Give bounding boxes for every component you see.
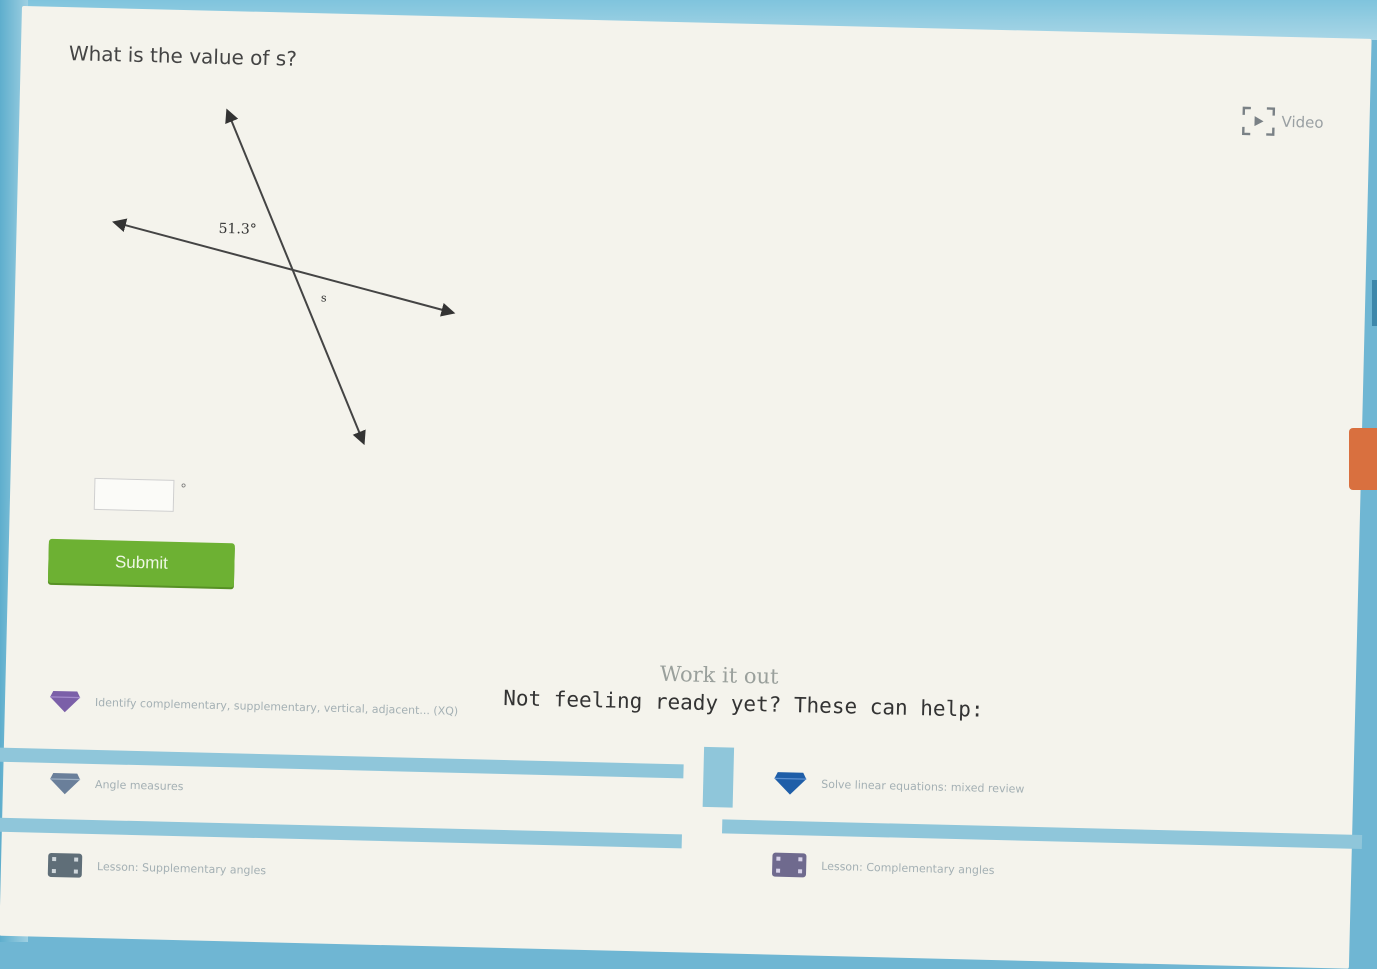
side-tab[interactable] <box>1372 280 1377 326</box>
film-icon <box>47 852 84 879</box>
angle-diagram: 51.3° s <box>101 104 469 457</box>
help-link-supplementary-angles[interactable]: Lesson: Supplementary angles <box>46 843 647 902</box>
film-icon <box>771 852 808 879</box>
gem-icon <box>49 771 82 796</box>
question-panel: What is the value of s? Video 51.3° s ° … <box>0 6 1372 969</box>
help-link-complementary-angles[interactable]: Lesson: Complementary angles <box>771 843 1332 901</box>
degree-symbol: ° <box>180 482 187 498</box>
variable-s-label: s <box>321 291 327 304</box>
help-link-label: Lesson: Complementary angles <box>821 859 995 877</box>
side-notification-tab[interactable] <box>1349 428 1377 490</box>
video-label: Video <box>1281 112 1324 132</box>
help-link-label: Solve linear equations: mixed review <box>821 777 1025 796</box>
card-divider <box>702 746 735 808</box>
help-link-label: Angle measures <box>94 777 184 793</box>
video-button[interactable]: Video <box>1241 106 1324 138</box>
help-link-solve-linear-equations[interactable]: Solve linear equations: mixed review <box>773 761 1334 819</box>
work-it-out-title: Work it out <box>659 661 779 689</box>
angle-label: 51.3° <box>218 221 257 238</box>
gem-icon <box>49 689 82 714</box>
answer-input[interactable] <box>93 477 175 512</box>
submit-button[interactable]: Submit <box>47 538 235 588</box>
gem-icon <box>773 770 808 797</box>
horizontal-line <box>112 218 456 317</box>
video-icon <box>1241 106 1276 137</box>
transversal-line <box>225 108 366 446</box>
answer-row: ° <box>93 477 187 512</box>
help-link-label: Lesson: Supplementary angles <box>96 859 267 877</box>
question-text: What is the value of s? <box>68 41 298 71</box>
help-link-label: Identify complementary, supplementary, v… <box>94 695 459 718</box>
